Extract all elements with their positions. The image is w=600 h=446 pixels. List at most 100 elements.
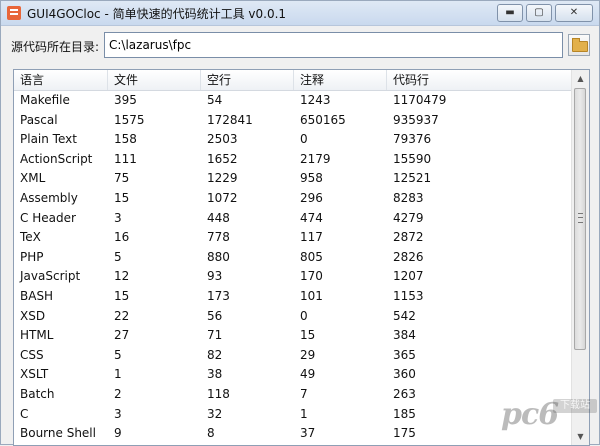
cell-comment: 805 [300,249,323,264]
cell-code: 2872 [393,230,424,245]
cell-files: 395 [114,93,137,107]
directory-input[interactable] [104,32,563,58]
cell-blank: 71 [207,328,223,343]
column-header-language[interactable]: 语言 [14,70,108,90]
cell-blank: 38 [207,367,223,382]
table-row[interactable]: JavaScript 12 93 170 1207 [14,267,573,287]
cell-comment: 15 [300,328,316,343]
cell-comment: 474 [300,210,323,225]
cell-files: 75 [114,171,130,186]
cell-language: CSS [20,347,44,362]
cell-blank: 1652 [207,151,238,166]
minimize-button[interactable]: ▬ [497,4,523,22]
cell-comment: 170 [300,269,323,284]
cell-blank: 173 [207,288,230,303]
column-header-code[interactable]: 代码行 [387,70,573,90]
table-row[interactable]: BASH 15 173 101 1153 [14,287,573,307]
table-row[interactable]: Makefile 395 54 1243 1170479 [14,91,573,111]
cell-files: 27 [114,328,130,343]
directory-label: 源代码所在目录: [11,40,100,54]
cell-blank: 118 [207,386,230,401]
cell-language: Pascal [20,112,58,127]
cell-language: Plain Text [20,132,77,147]
cell-comment: 29 [300,347,316,362]
cell-files: 22 [114,308,130,323]
cell-files: 5 [114,249,122,264]
cell-language: XSD [20,308,46,323]
cell-comment: 958 [300,171,323,186]
cell-blank: 1229 [207,171,238,186]
cell-blank: 880 [207,249,230,264]
cell-comment: 117 [300,230,323,245]
cell-files: 3 [114,210,122,225]
cell-files: 12 [114,269,130,284]
table-row[interactable]: C Header 3 448 474 4279 [14,209,573,229]
window-controls: ▬ ▢ ✕ [497,4,593,22]
table-row[interactable]: Bourne Shell 9 8 37 175 [14,424,573,444]
cell-code: 4279 [393,210,424,225]
cell-comment: 7 [300,386,308,401]
column-header-comment[interactable]: 注释 [294,70,387,90]
cell-code: 935937 [393,112,439,127]
cell-files: 1575 [114,112,145,127]
column-header-files[interactable]: 文件 [108,70,201,90]
scrollbar-thumb[interactable] [574,88,586,350]
vertical-scrollbar[interactable]: ▲ ▼ [571,70,589,445]
cell-language: ActionScript [20,151,93,166]
list-header: 语言 文件 空行 注释 代码行 [14,70,573,91]
cell-code: 365 [393,347,416,362]
cell-files: 3 [114,406,122,421]
cell-files: 15 [114,288,130,303]
column-header-blank[interactable]: 空行 [201,70,294,90]
table-row[interactable]: XML 75 1229 958 12521 [14,169,573,189]
cell-code: 1207 [393,269,424,284]
app-window: GUI4GOCloc - 简单快速的代码统计工具 v0.0.1 ▬ ▢ ✕ 源代… [0,0,600,446]
cell-language: C [20,406,29,421]
grip-icon [578,213,583,223]
cell-comment: 49 [300,367,316,382]
cell-language: TeX [20,230,41,245]
cell-files: 158 [114,132,137,147]
cell-language: Makefile [20,93,70,107]
cell-comment: 0 [300,132,308,147]
cell-code: 8283 [393,190,424,205]
watermark: pc6 下载站 [501,393,597,443]
table-row[interactable]: Plain Text 158 2503 0 79376 [14,130,573,150]
table-row[interactable]: CSS 5 82 29 365 [14,346,573,366]
cell-code: 12521 [393,171,432,186]
table-row[interactable]: C 3 32 1 185 [14,405,573,425]
scroll-up-arrow-icon[interactable]: ▲ [572,70,589,87]
table-row[interactable]: ActionScript 111 1652 2179 15590 [14,150,573,170]
results-list[interactable]: 语言 文件 空行 注释 代码行 Makefile 395 54 1243 1170479… [13,69,590,446]
cell-blank: 56 [207,308,223,323]
cell-blank: 1072 [207,190,238,205]
table-row[interactable]: Assembly 15 1072 296 8283 [14,189,573,209]
table-row[interactable]: XSD 22 56 0 542 [14,307,573,327]
table-row[interactable]: Batch 2 118 7 263 [14,385,573,405]
cell-code: 79376 [393,132,432,147]
cell-blank: 54 [207,93,223,107]
cell-language: Batch [20,386,55,401]
table-row[interactable]: PHP 5 880 805 2826 [14,248,573,268]
close-button[interactable]: ✕ [555,4,593,22]
cell-files: 16 [114,230,130,245]
cell-files: 9 [114,426,122,441]
table-row[interactable]: XSLT 1 38 49 360 [14,365,573,385]
cell-blank: 172841 [207,112,253,127]
cell-code: 384 [393,328,416,343]
cell-blank: 8 [207,426,215,441]
cell-language: BASH [20,288,54,303]
title-bar[interactable]: GUI4GOCloc - 简单快速的代码统计工具 v0.0.1 ▬ ▢ ✕ [1,1,599,26]
cell-language: C Header [20,210,76,225]
table-row[interactable]: Pascal 1575 172841 650165 935937 [14,111,573,131]
maximize-button[interactable]: ▢ [526,4,552,22]
browse-folder-button[interactable] [568,34,590,56]
cell-files: 1 [114,367,122,382]
cell-files: 111 [114,151,137,166]
table-row[interactable]: HTML 27 71 15 384 [14,326,573,346]
cell-files: 2 [114,386,122,401]
table-row[interactable]: TeX 16 778 117 2872 [14,228,573,248]
cell-code: 15590 [393,151,432,166]
cell-language: HTML [20,328,54,343]
cell-language: XML [20,171,46,186]
